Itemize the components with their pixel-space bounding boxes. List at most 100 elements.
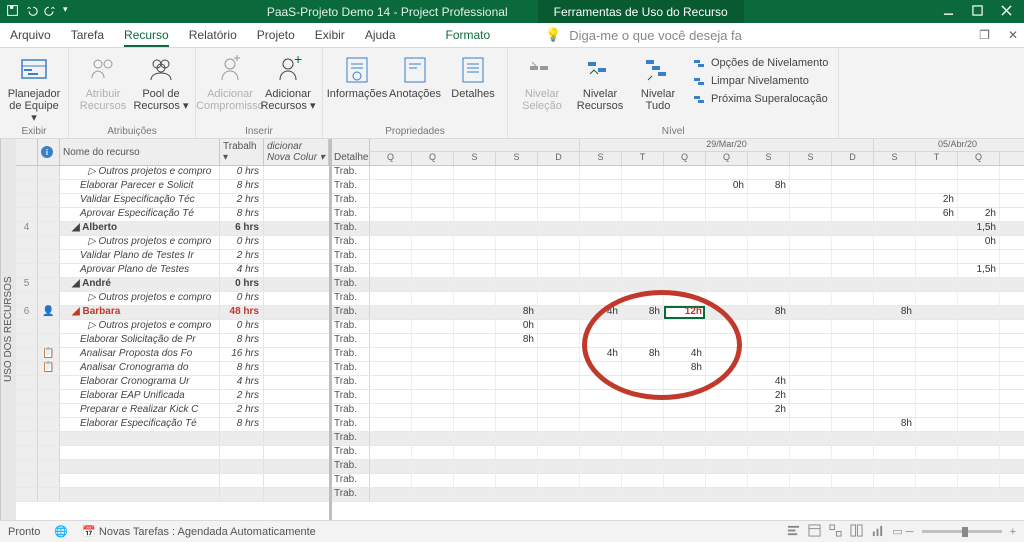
timephased-cell[interactable] (748, 194, 790, 207)
timephased-cell[interactable] (412, 166, 454, 179)
timephased-cell[interactable] (496, 362, 538, 375)
timephased-cell[interactable] (706, 208, 748, 221)
save-icon[interactable] (6, 4, 19, 20)
day-header[interactable]: Q (958, 152, 1000, 165)
resource-row[interactable]: 5◢ André0 hrs (16, 278, 329, 292)
timephased-cell[interactable] (454, 362, 496, 375)
timephased-cell[interactable] (664, 250, 706, 263)
timephased-cell[interactable] (622, 334, 664, 347)
resource-row[interactable]: 6👤◢ Barbara48 hrs (16, 306, 329, 320)
timephased-cell[interactable] (790, 166, 832, 179)
timephased-cell[interactable] (496, 166, 538, 179)
timephased-cell[interactable] (706, 320, 748, 333)
timephased-cell[interactable] (580, 292, 622, 305)
ribbon-button[interactable]: Detalhes (445, 52, 501, 100)
timephased-cell[interactable] (370, 320, 412, 333)
timephased-cell[interactable] (622, 208, 664, 221)
timephased-cell[interactable] (832, 488, 874, 501)
timephased-cell[interactable] (370, 236, 412, 249)
timephased-cell[interactable] (412, 418, 454, 431)
timephased-cell[interactable] (454, 376, 496, 389)
timephased-cell[interactable] (916, 250, 958, 263)
timephased-cell[interactable] (622, 418, 664, 431)
timephased-cell[interactable] (580, 166, 622, 179)
timephased-cell[interactable] (706, 474, 748, 487)
timephased-cell[interactable] (622, 390, 664, 403)
timephased-cell[interactable] (496, 222, 538, 235)
timephased-cell[interactable] (874, 474, 916, 487)
timephased-cell[interactable] (916, 418, 958, 431)
timephased-cell[interactable] (412, 180, 454, 193)
timephased-cell[interactable] (622, 180, 664, 193)
timephased-cell[interactable] (538, 474, 580, 487)
day-header[interactable]: Q (370, 152, 412, 165)
timephased-cell[interactable] (664, 418, 706, 431)
timephased-row[interactable]: Trab. (332, 460, 1024, 474)
timephased-cell[interactable] (454, 180, 496, 193)
resource-row[interactable]: 📋Analisar Proposta dos Fo16 hrs (16, 348, 329, 362)
timephased-cell[interactable] (790, 180, 832, 193)
timephased-cell[interactable] (496, 488, 538, 501)
timephased-cell[interactable] (916, 390, 958, 403)
resource-row[interactable]: ▷ Outros projetos e compro0 hrs (16, 292, 329, 306)
timephased-cell[interactable] (454, 292, 496, 305)
timephased-cell[interactable] (916, 348, 958, 361)
timephased-cell[interactable]: 2h (916, 194, 958, 207)
timephased-cell[interactable] (790, 306, 832, 319)
timephased-cell[interactable] (832, 236, 874, 249)
timephased-cell[interactable] (622, 320, 664, 333)
timephased-cell[interactable] (916, 236, 958, 249)
timephased-cell[interactable] (454, 432, 496, 445)
day-header[interactable]: D (832, 152, 874, 165)
timephased-cell[interactable] (748, 166, 790, 179)
timephased-cell[interactable] (538, 250, 580, 263)
timephased-cell[interactable] (622, 460, 664, 473)
timephased-cell[interactable] (874, 194, 916, 207)
timephased-cell[interactable] (664, 208, 706, 221)
timephased-cell[interactable] (874, 390, 916, 403)
timephased-cell[interactable] (454, 404, 496, 417)
timephased-cell[interactable] (706, 488, 748, 501)
timephased-cell[interactable] (538, 404, 580, 417)
timephased-cell[interactable] (832, 306, 874, 319)
resource-row[interactable]: ▷ Outros projetos e compro0 hrs (16, 320, 329, 334)
timephased-cell[interactable] (706, 194, 748, 207)
timephased-cell[interactable] (664, 264, 706, 277)
timephased-cell[interactable] (580, 194, 622, 207)
timephased-cell[interactable] (874, 376, 916, 389)
timephased-cell[interactable] (832, 460, 874, 473)
timephased-cell[interactable] (874, 488, 916, 501)
timephased-cell[interactable] (580, 474, 622, 487)
timephased-cell[interactable] (958, 292, 1000, 305)
timephased-cell[interactable] (622, 264, 664, 277)
timephased-cell[interactable] (790, 362, 832, 375)
resource-row[interactable]: Elaborar EAP Unificada2 hrs (16, 390, 329, 404)
timephased-row[interactable]: Trab. (332, 250, 1024, 264)
day-header[interactable]: S (580, 152, 622, 165)
timephased-row[interactable]: Trab.8h (332, 362, 1024, 376)
timephased-cell[interactable] (622, 292, 664, 305)
tab-recurso[interactable]: Recurso (124, 28, 169, 47)
timephased-cell[interactable] (664, 180, 706, 193)
timephased-cell[interactable] (916, 180, 958, 193)
timephased-cell[interactable] (454, 166, 496, 179)
timephased-cell[interactable] (958, 446, 1000, 459)
timephased-cell[interactable] (370, 460, 412, 473)
timephased-cell[interactable] (412, 474, 454, 487)
timephased-cell[interactable] (958, 278, 1000, 291)
timephased-row[interactable]: Trab.8h4h8h12h8h8h (332, 306, 1024, 320)
timephased-cell[interactable] (706, 278, 748, 291)
timephased-cell[interactable]: 4h (580, 348, 622, 361)
timephased-cell[interactable]: 2h (748, 390, 790, 403)
timephased-cell[interactable] (748, 250, 790, 263)
timephased-cell[interactable] (496, 250, 538, 263)
timephased-cell[interactable] (538, 166, 580, 179)
timephased-cell[interactable] (664, 488, 706, 501)
timephased-cell[interactable] (664, 376, 706, 389)
timephased-cell[interactable] (748, 418, 790, 431)
timephased-cell[interactable]: 4h (580, 306, 622, 319)
timephased-cell[interactable] (580, 446, 622, 459)
timephased-cell[interactable] (664, 194, 706, 207)
timephased-cell[interactable] (874, 264, 916, 277)
timephased-row[interactable]: Trab.1,5h (332, 264, 1024, 278)
